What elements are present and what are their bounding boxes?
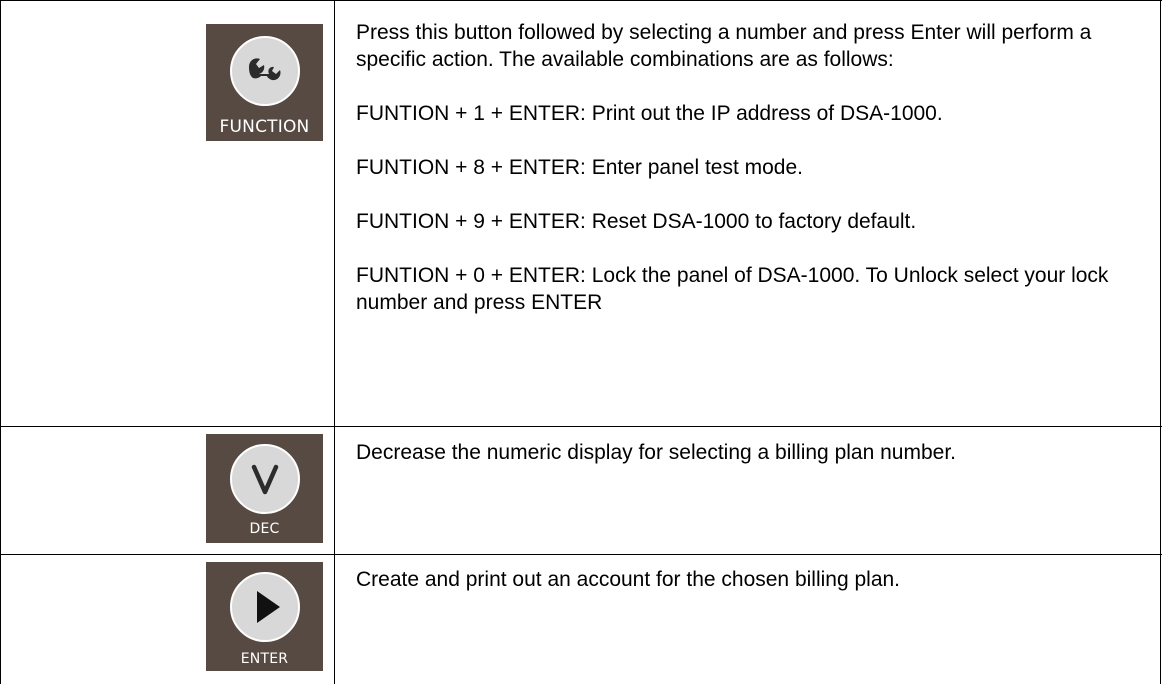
enter-button[interactable]: ENTER [206,562,323,671]
wrench-icon [229,36,300,106]
combo-item: FUNTION + 0 + ENTER: Lock the panel of D… [356,264,1109,314]
dec-description: Decrease the numeric display for selecti… [356,439,1146,466]
combo-item: FUNTION + 9 + ENTER: Reset DSA-1000 to f… [356,210,917,233]
play-icon [229,572,300,642]
combo-item: FUNTION + 1 + ENTER: Print out the IP ad… [356,102,943,125]
function-intro: Press this button followed by selecting … [356,21,1092,71]
function-button-label: FUNCTION [219,117,310,137]
enter-description-text: Create and print out an account for the … [356,568,901,591]
table-row-divider [0,554,1162,555]
enter-button-label: ENTER [240,651,289,667]
button-description-table: FUNCTION Press this button followed by s… [0,0,1162,684]
table-column-divider [334,0,335,684]
chevron-down-icon [229,444,300,514]
function-button[interactable]: FUNCTION [206,24,323,141]
combo-item: FUNTION + 8 + ENTER: Enter panel test mo… [356,156,803,179]
table-border-left [0,0,1,684]
dec-button[interactable]: DEC [206,434,323,543]
table-border-right [1160,0,1161,684]
function-description: Press this button followed by selecting … [356,19,1146,316]
dec-button-label: DEC [249,521,280,537]
dec-description-text: Decrease the numeric display for selecti… [356,441,956,464]
enter-description: Create and print out an account for the … [356,566,1146,593]
table-row-divider [0,426,1162,427]
table-border-top [0,0,1162,1]
